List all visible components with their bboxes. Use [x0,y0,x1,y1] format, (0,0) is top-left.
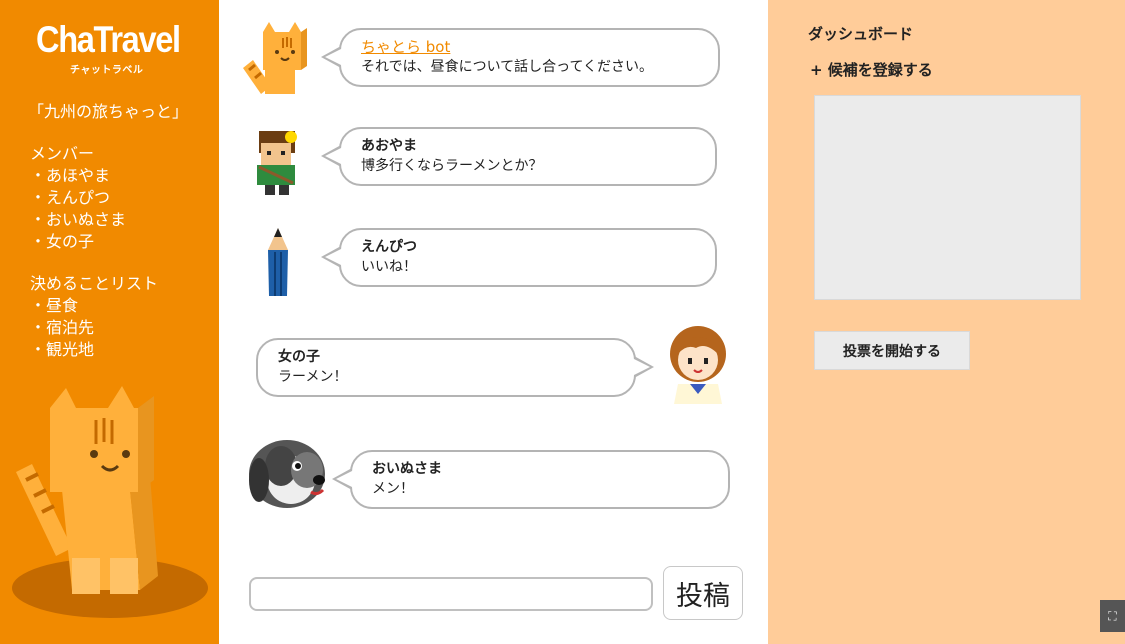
message-sender: えんぴつ [361,239,417,255]
message-bubble: ちゃとら bot それでは、昼食について話し合ってください。 [321,28,720,87]
member-item: ・あほやま [30,166,111,185]
dog-avatar [249,440,325,508]
message-bubble: えんぴつ いいね！ [321,228,717,287]
message-text: 博多行くならラーメンとか？ [361,158,543,174]
chat-area: ちゃとら bot それでは、昼食について話し合ってください。 あおやま 博多行く… [219,0,768,644]
add-candidate-link[interactable]: + 候補を登録する [810,59,933,80]
message-text: それでは、昼食について話し合ってください。 [361,59,654,75]
bot-sender-link[interactable]: ちゃとら bot [361,38,698,56]
message-sender: 女の子 [278,349,320,365]
message-text: メン！ [372,481,414,497]
decisions-heading: 決めることリスト [30,274,159,293]
dashboard-panel: ダッシュボード + 候補を登録する 投票を開始する [768,0,1125,644]
mascot-cat-illustration [12,386,208,618]
message-bubble: 女の子 ラーメン！ [256,338,654,397]
message-sender: おいぬさま [372,461,442,477]
sidebar: ChaTravel チャットラベル 「九州の旅ちゃっと」 メンバー ・あほやま … [0,0,219,644]
app-logo[interactable]: ChaTravel チャットラベル [36,19,181,77]
message-sender: あおやま [361,138,417,154]
message-bubble: おいぬさま メン！ [332,450,730,509]
message-text: ラーメン！ [278,369,348,385]
decision-item[interactable]: ・昼食 [30,295,158,317]
post-button[interactable]: 投稿 [663,566,743,620]
logo-subtext: チャットラベル [70,65,144,76]
start-vote-button[interactable]: 投票を開始する [814,331,970,370]
expand-icon[interactable]: ⛶ [1100,600,1125,632]
pencil-avatar [268,228,288,296]
decision-list: 決めることリスト ・昼食 ・宿泊先 ・観光地 [30,273,158,361]
decision-item[interactable]: ・観光地 [30,339,158,361]
girl-avatar [670,326,726,404]
members-heading: メンバー [30,144,95,163]
decision-item[interactable]: ・宿泊先 [30,317,158,339]
message-text: いいね！ [361,259,417,275]
logo-text: ChaTravel [36,19,181,60]
member-item: ・おいぬさま [30,210,127,229]
member-list: メンバー ・あほやま ・えんぴつ ・おいぬさま ・女の子 [30,143,126,253]
message-bubble: あおやま 博多行くならラーメンとか？ [321,127,717,186]
member-item: ・えんぴつ [30,188,111,207]
aoyama-avatar [257,131,297,195]
dashboard-title: ダッシュボード [808,25,914,43]
room-title: 「九州の旅ちゃっと」 [28,102,189,121]
member-item: ・女の子 [30,232,95,251]
message-input[interactable] [249,577,653,611]
bot-cat-avatar [243,22,307,94]
candidate-list-box [814,95,1081,300]
